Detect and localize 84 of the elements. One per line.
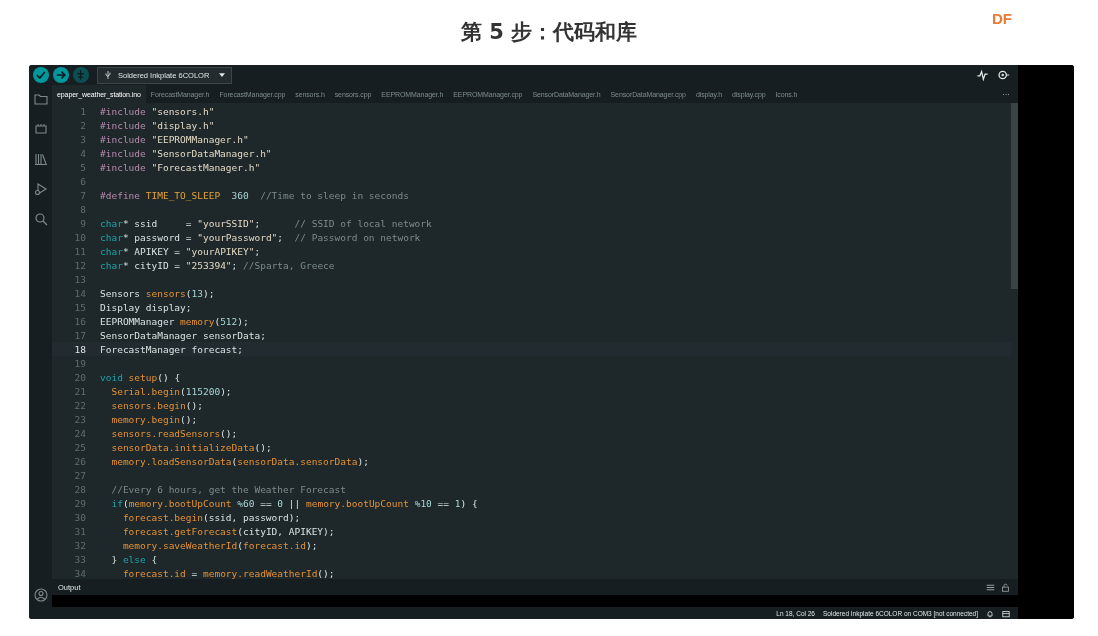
code-line: memory.begin(); <box>110 413 198 425</box>
bell-icon[interactable] <box>986 609 994 618</box>
upload-button[interactable] <box>53 67 69 83</box>
code-line: #include "EEPROMManager.h" <box>100 133 249 145</box>
code-line: char* ssid = "yourSSID"; // SSID of local network <box>100 217 432 229</box>
code-line: if(memory.bootUpCount %60 == 0 || memory.bootUpCount %10 == 1) { <box>110 497 478 509</box>
code-line: #include "display.h" <box>100 119 215 131</box>
line-number: 28 <box>73 483 86 495</box>
line-number: 9 <box>79 217 86 229</box>
line-number: 29 <box>73 497 86 509</box>
code-line: memory.loadSensorData(sensorData.sensorData); <box>110 455 369 467</box>
line-number: 23 <box>73 413 86 425</box>
line-number: 13 <box>73 273 86 285</box>
line-number: 33 <box>73 553 86 565</box>
code-line: forecast.id = memory.readWeatherId(); <box>121 567 335 579</box>
line-number: 22 <box>73 399 86 411</box>
code-line: Serial.begin(115200); <box>110 385 232 397</box>
code-line: #include "ForecastManager.h" <box>100 161 261 173</box>
search-icon[interactable] <box>33 212 48 226</box>
line-number: 7 <box>79 189 86 201</box>
code-line: Sensors sensors(13); <box>100 287 215 299</box>
line-number: 24 <box>73 427 86 439</box>
code-line: char* password = "yourPassword"; // Password on network <box>100 231 421 243</box>
page-title: 第 5 步：代码和库 <box>460 18 638 46</box>
profile-icon[interactable] <box>33 588 48 602</box>
caret-icon <box>219 73 226 77</box>
code-line: forecast.getForecast(cityID, APIKEY); <box>121 525 335 537</box>
line-number: 5 <box>79 161 86 173</box>
code-line: memory.saveWeatherId(forecast.id); <box>121 539 318 551</box>
line-number: 15 <box>73 301 86 313</box>
line-number: 1 <box>79 105 86 117</box>
line-number: 8 <box>79 203 86 215</box>
serial-monitor-icon[interactable] <box>997 69 1010 81</box>
code-editor[interactable] <box>52 103 1018 579</box>
line-number: 32 <box>73 539 86 551</box>
code-line: #include "sensors.h" <box>100 105 215 117</box>
code-line: SensorDataManager sensorData; <box>100 329 266 341</box>
line-number: 30 <box>73 511 86 523</box>
code-line: ForecastManager forecast; <box>100 343 243 355</box>
line-number: 18 <box>73 343 86 355</box>
line-number: 10 <box>73 231 86 243</box>
line-number: 19 <box>73 357 86 369</box>
line-number: 20 <box>73 371 86 383</box>
board-icon[interactable] <box>33 122 48 136</box>
line-number: 11 <box>73 245 86 257</box>
code-line: sensors.begin(); <box>110 399 203 411</box>
code-line: //Every 6 hours, get the Weather Forecast <box>110 483 346 495</box>
line-number: 31 <box>73 525 86 537</box>
line-number: 2 <box>79 119 86 131</box>
line-number: 3 <box>79 133 86 145</box>
line-number: 12 <box>73 259 86 271</box>
line-number: 21 <box>73 385 86 397</box>
code-line: #include "SensorDataManager.h" <box>100 147 272 159</box>
serial-plotter-icon[interactable] <box>976 69 989 81</box>
scrollbar[interactable] <box>1011 103 1018 289</box>
code-line: #define TIME_TO_SLEEP 360 //Time to sleep in seconds <box>100 189 409 201</box>
line-number: 25 <box>73 441 86 453</box>
clear-output-icon[interactable] <box>986 582 995 592</box>
code-line: char* APIKEY = "yourAPIKEY"; <box>100 245 261 257</box>
code-line: sensorData.initializeData(); <box>110 441 272 453</box>
line-number: 4 <box>79 147 86 159</box>
lock-icon[interactable] <box>1001 582 1010 592</box>
panel-icon[interactable] <box>1002 609 1010 618</box>
usb-icon <box>104 70 112 80</box>
code-line: } else { <box>110 553 158 565</box>
line-number: 27 <box>73 469 86 481</box>
line-number: 16 <box>73 315 86 327</box>
more-tabs-button[interactable]: ··· <box>1002 89 1010 99</box>
line-number: 14 <box>73 287 86 299</box>
code-line: Display display; <box>100 301 192 313</box>
debug-icon[interactable] <box>33 182 48 196</box>
code-line: EEPROMManager memory(512); <box>100 315 249 327</box>
verify-button[interactable] <box>33 67 49 83</box>
folder-icon[interactable] <box>33 92 48 106</box>
code-line: void setup() { <box>100 371 181 383</box>
code-line: sensors.readSensors(); <box>110 427 238 439</box>
library-icon[interactable] <box>33 152 48 166</box>
line-number: 6 <box>79 175 86 187</box>
code-line: forecast.begin(ssid, password); <box>121 511 301 523</box>
line-number: 17 <box>73 329 86 341</box>
line-number: 34 <box>73 567 86 579</box>
code-line: char* cityID = "253394"; //Sparta, Greece <box>100 259 335 271</box>
logo: DF <box>992 10 1012 27</box>
line-number: 26 <box>73 455 86 467</box>
